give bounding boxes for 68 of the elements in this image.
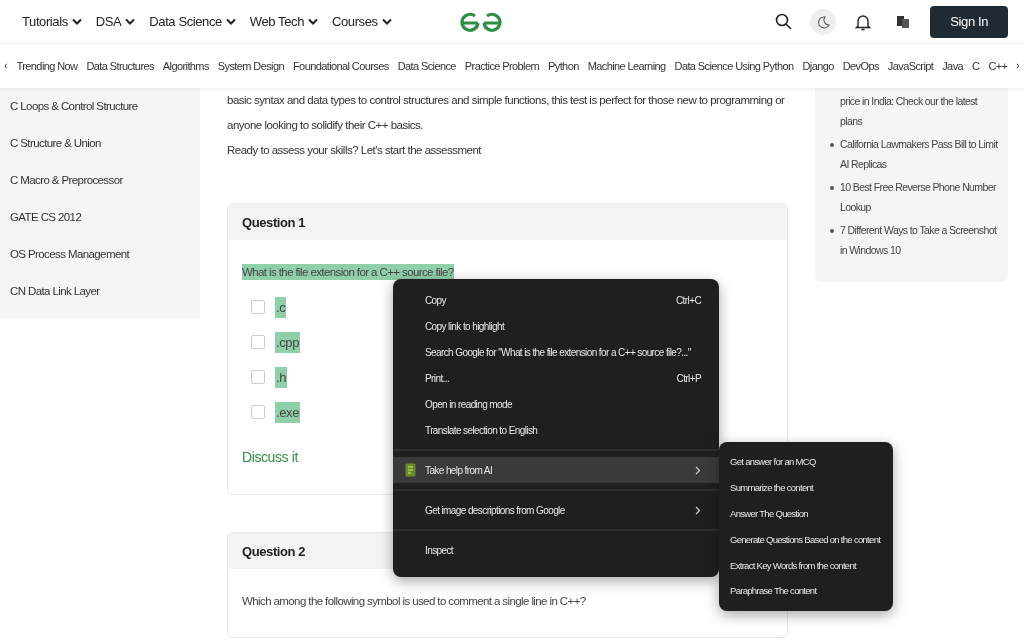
option-text: .h <box>275 366 288 388</box>
intro-text: Ready to assess your skills? Let's start the assessment <box>227 143 483 158</box>
option-text: .cpp <box>275 331 300 353</box>
context-menu-item[interactable]: Print... Ctrl+P <box>393 365 719 391</box>
topic-link[interactable]: System Design <box>217 60 284 72</box>
sign-in-button[interactable]: Sign In <box>930 5 1008 38</box>
chevron-right-icon <box>695 505 701 515</box>
answer-checkbox[interactable] <box>251 335 265 349</box>
sidebar-link[interactable]: C Loops & Control Structure <box>10 88 200 125</box>
sidebar-link[interactable]: OS Process Management <box>10 236 200 273</box>
context-menu-item[interactable]: Open in reading mode <box>393 391 719 417</box>
context-menu-item[interactable]: Copy link to highlight <box>393 313 719 339</box>
nav-menu[interactable]: Courses <box>332 14 392 29</box>
news-link[interactable]: 10 Best Free Reverse Phone Number Lookup <box>829 178 998 217</box>
topic-link[interactable]: JavaScript <box>887 60 934 72</box>
chevron-down-icon <box>71 17 82 26</box>
nav-menu[interactable]: Web Tech <box>249 14 318 29</box>
option-text: .exe <box>275 401 300 423</box>
submenu-item[interactable]: Paraphrase The content <box>719 578 893 604</box>
question-text: What is the file extension for a C++ source file? <box>242 264 454 280</box>
answer-checkbox[interactable] <box>251 300 265 314</box>
context-menu-item[interactable]: Take help from AI <box>393 457 719 483</box>
topic-link[interactable]: Machine Learning <box>587 60 666 72</box>
sidebar-link[interactable]: CN Data Link Layer <box>10 273 200 310</box>
context-menu-item[interactable]: Copy Ctrl+C <box>393 287 719 313</box>
topic-link[interactable]: Practice Problem <box>464 60 539 72</box>
chevron-down-icon <box>308 17 318 26</box>
ai-icon <box>405 463 416 477</box>
submenu-item[interactable]: Get answer for an MCQ <box>719 449 893 475</box>
news-link[interactable]: 7 Different Ways to Take a Screenshot in Windows 10 <box>829 221 998 260</box>
moon-icon[interactable] <box>810 8 837 35</box>
chevron-down-icon <box>125 17 136 26</box>
topic-link[interactable]: DevOps <box>842 60 879 72</box>
chevron-down-icon <box>225 17 236 26</box>
answer-checkbox[interactable] <box>251 405 265 419</box>
answer-checkbox[interactable] <box>251 370 265 384</box>
intro-text: basic syntax and data types to control structures and simple functions, this test is perfect for those new to programming or anyone looking to solidify their C++ basics. <box>227 93 786 133</box>
nav-menu[interactable]: Data Science <box>149 14 236 29</box>
chevron-right-icon <box>695 465 701 475</box>
topic-link[interactable]: Data Science <box>397 60 456 72</box>
context-menu-item[interactable]: Get image descriptions from Google <box>393 497 719 523</box>
topic-link[interactable]: Django <box>802 60 834 72</box>
question-text: Which among the following symbol is used to comment a single line in C++? <box>242 594 586 609</box>
topic-link[interactable]: Foundational Courses <box>293 60 389 72</box>
nav-menu[interactable]: DSA <box>95 14 136 29</box>
topic-link[interactable]: Data Structures <box>86 60 154 72</box>
topic-link[interactable]: Java <box>942 60 964 72</box>
discuss-link[interactable]: Discuss it <box>242 449 298 465</box>
news-link[interactable]: price in India: Check our the latest plans <box>829 92 998 131</box>
sidebar-link[interactable]: C Macro & Preprocessor <box>10 162 200 199</box>
nav-menu[interactable]: Tutorials <box>22 14 82 29</box>
submenu-item[interactable]: Answer The Question <box>719 500 893 527</box>
submenu-item[interactable]: Summarize the content <box>719 474 893 501</box>
sidebar-link[interactable]: C Structure & Union <box>10 125 200 162</box>
context-menu-item[interactable]: Translate selection to English <box>393 417 719 443</box>
topic-link[interactable]: Trending Now <box>16 60 78 72</box>
topic-link[interactable]: C <box>972 60 980 72</box>
context-menu-item[interactable]: Search Google for "What is the file extension for a C++ source file?..." <box>393 339 719 365</box>
topic-link[interactable]: Python <box>548 60 579 72</box>
option-text: .c <box>275 296 287 318</box>
topic-link[interactable]: Algorithms <box>162 60 209 72</box>
sidebar-link[interactable]: GATE CS 2012 <box>10 199 200 236</box>
topic-link[interactable]: C++ <box>988 60 1008 72</box>
topic-link[interactable]: Data Science Using Python <box>674 60 794 72</box>
news-link[interactable]: California Lawmakers Pass Bill to Limit AI Replicas <box>829 135 998 174</box>
chevron-down-icon <box>381 17 392 26</box>
question-title: Question 1 <box>228 204 787 240</box>
context-menu-item[interactable]: Inspect <box>393 537 719 563</box>
